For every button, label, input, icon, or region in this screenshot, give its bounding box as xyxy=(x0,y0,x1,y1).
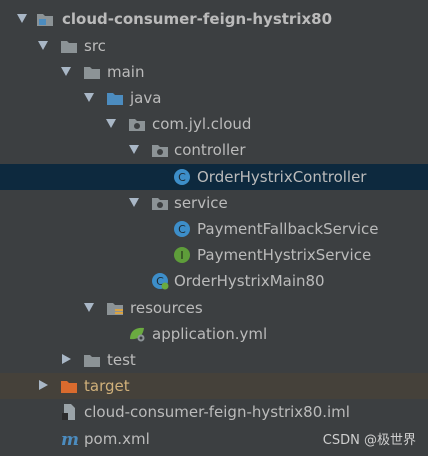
project-tree: cloud-consumer-feign-hystrix80 src main … xyxy=(0,0,428,456)
spring-boot-class-icon: C xyxy=(151,272,169,290)
tree-row-payment-fallback[interactable]: C PaymentFallbackService xyxy=(0,216,428,242)
tree-row-service[interactable]: service xyxy=(0,190,428,216)
test-label: test xyxy=(107,351,136,369)
package-icon xyxy=(128,115,146,133)
tree-row-payment-hystrix[interactable]: I PaymentHystrixService xyxy=(0,242,428,268)
spring-config-icon xyxy=(128,325,146,343)
chevron-right-icon[interactable] xyxy=(39,380,48,390)
svg-text:C: C xyxy=(178,171,186,184)
main-label: main xyxy=(107,63,145,81)
chevron-down-icon[interactable] xyxy=(106,119,116,128)
java-label: java xyxy=(130,89,162,107)
target-label: target xyxy=(84,377,130,395)
project-label: cloud-consumer-feign-hystrix80 xyxy=(62,10,333,28)
tree-row-package[interactable]: com.jyl.cloud xyxy=(0,111,428,137)
watermark: CSDN @极世界 xyxy=(322,433,416,448)
interface-icon: I xyxy=(173,246,191,264)
tree-row-target[interactable]: target xyxy=(0,373,428,399)
folder-icon xyxy=(83,351,101,369)
payment-hystrix-label: PaymentHystrixService xyxy=(197,246,372,264)
order-controller-label: OrderHystrixController xyxy=(197,168,367,186)
resources-label: resources xyxy=(130,299,203,317)
chevron-down-icon[interactable] xyxy=(84,93,94,102)
svg-text:C: C xyxy=(178,223,186,236)
chevron-down-icon[interactable] xyxy=(129,198,139,207)
controller-label: controller xyxy=(174,141,246,159)
tree-row-iml[interactable]: cloud-consumer-feign-hystrix80.iml xyxy=(0,399,428,425)
tree-row-test[interactable]: test xyxy=(0,347,428,373)
tree-row-main-class[interactable]: C OrderHystrixMain80 xyxy=(0,268,428,294)
chevron-down-icon[interactable] xyxy=(129,145,139,154)
payment-fallback-label: PaymentFallbackService xyxy=(197,220,379,238)
package-label: com.jyl.cloud xyxy=(152,115,252,133)
chevron-right-icon[interactable] xyxy=(62,354,71,364)
chevron-down-icon[interactable] xyxy=(17,14,27,23)
package-icon xyxy=(151,194,169,212)
tree-row-order-controller[interactable]: C OrderHystrixController xyxy=(0,164,428,190)
tree-row-project[interactable]: cloud-consumer-feign-hystrix80 xyxy=(0,6,428,32)
tree-row-src[interactable]: src xyxy=(0,33,428,59)
tree-row-controller[interactable]: controller xyxy=(0,137,428,163)
package-icon xyxy=(151,141,169,159)
main-class-label: OrderHystrixMain80 xyxy=(174,272,325,290)
tree-row-java[interactable]: java xyxy=(0,85,428,111)
iml-file-icon xyxy=(60,403,78,421)
application-yml-label: application.yml xyxy=(152,325,268,343)
folder-icon xyxy=(60,37,78,55)
pom-label: pom.xml xyxy=(84,430,150,448)
svg-text:I: I xyxy=(180,249,183,262)
class-icon: C xyxy=(173,220,191,238)
module-folder-icon xyxy=(36,10,54,28)
resources-folder-icon xyxy=(106,299,124,317)
src-label: src xyxy=(84,37,106,55)
tree-row-main[interactable]: main xyxy=(0,59,428,85)
class-icon: C xyxy=(173,168,191,186)
chevron-down-icon[interactable] xyxy=(38,41,48,50)
folder-icon xyxy=(83,63,101,81)
chevron-down-icon[interactable] xyxy=(61,67,71,76)
excluded-folder-icon xyxy=(60,377,78,395)
tree-row-application-yml[interactable]: application.yml xyxy=(0,321,428,347)
iml-label: cloud-consumer-feign-hystrix80.iml xyxy=(84,403,350,421)
chevron-down-icon[interactable] xyxy=(84,303,94,312)
maven-icon: m xyxy=(60,430,79,450)
service-label: service xyxy=(174,194,228,212)
source-folder-icon xyxy=(106,89,124,107)
svg-text:m: m xyxy=(61,430,79,448)
tree-row-resources[interactable]: resources xyxy=(0,295,428,321)
